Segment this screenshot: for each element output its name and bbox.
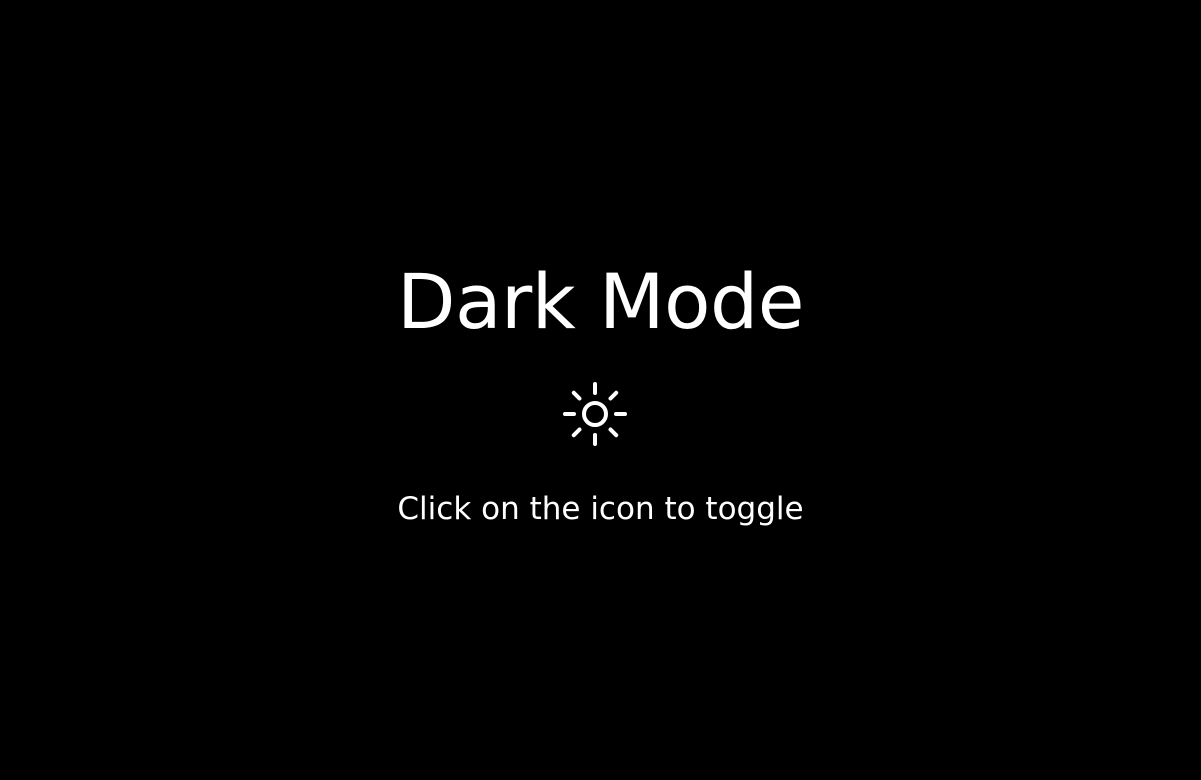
page: Dark Mode Click on the icon to toggle xyxy=(0,0,1201,780)
sun-icon[interactable] xyxy=(562,381,628,447)
theme-toggle-button[interactable] xyxy=(562,381,628,447)
page-title: Dark Mode xyxy=(396,257,805,346)
toggle-hint-text: Click on the icon to toggle xyxy=(397,491,804,527)
